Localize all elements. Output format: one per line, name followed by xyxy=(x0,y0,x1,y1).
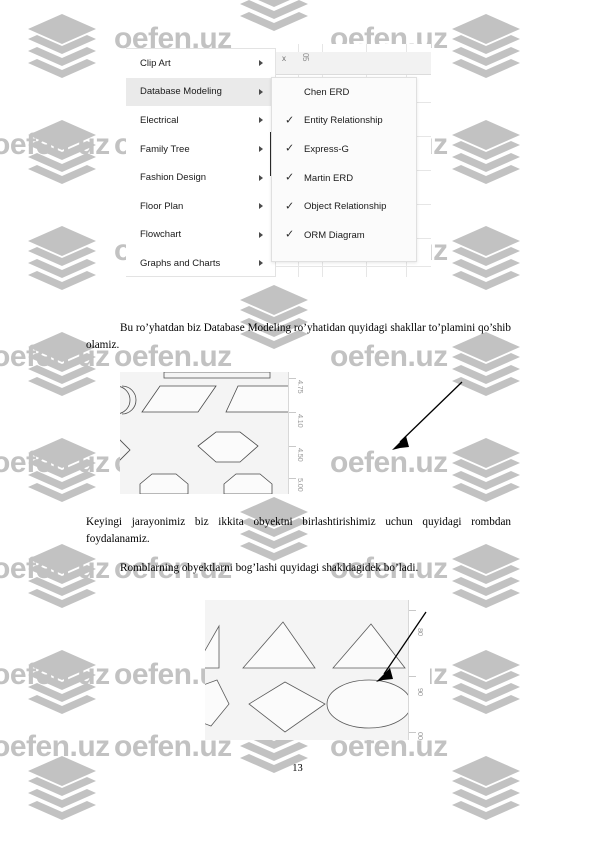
submenu-item-label: Martin ERD xyxy=(304,172,354,184)
submenu-arrow-icon xyxy=(259,117,263,124)
menu-item-family-tree[interactable]: Family Tree xyxy=(126,135,275,164)
romb-shapes-figure: 80 90 00 xyxy=(205,600,430,740)
sheet-header-strip xyxy=(274,52,431,75)
submenu-arrow-icon xyxy=(259,260,263,267)
visio-menu-screenshot: x 05 Clip Art Database Modeling Electric… xyxy=(126,44,431,277)
ruler-label: 90 xyxy=(416,688,425,696)
menu-item-label: Electrical xyxy=(140,114,179,126)
vertical-ruler: 80 90 00 xyxy=(408,600,430,740)
menu-item-database-modeling[interactable]: Database Modeling xyxy=(126,77,275,107)
check-icon: ✓ xyxy=(285,142,295,155)
check-icon: ✓ xyxy=(285,114,295,127)
check-icon: ✓ xyxy=(285,228,295,241)
ruler-tick xyxy=(289,446,296,447)
submenu-item-label: Entity Relationship xyxy=(304,115,383,127)
database-modeling-shapes-figure: 4.75 4.10 4.50 5.00 xyxy=(120,372,310,494)
ruler-tick xyxy=(289,412,296,413)
menu-item-label: Family Tree xyxy=(140,143,190,155)
column-label: 05 xyxy=(301,53,310,61)
menu-item-label: Flowchart xyxy=(140,229,182,241)
menu-item-label: Clip Art xyxy=(140,57,171,69)
shapes-canvas xyxy=(120,372,310,494)
paragraph-3: Romblarning obyektlarni bog’lashi quyida… xyxy=(120,562,419,574)
submenu-item-label: Object Relationship xyxy=(304,201,387,213)
menu-item-electrical[interactable]: Electrical xyxy=(126,106,275,135)
submenu-arrow-icon xyxy=(259,174,263,181)
vertical-ruler: 4.75 4.10 4.50 5.00 xyxy=(288,372,310,494)
grid-line xyxy=(274,266,431,267)
submenu-arrow-icon xyxy=(259,60,263,67)
submenu-arrow-icon xyxy=(259,146,263,153)
submenu-item-entity-relationship[interactable]: ✓ Entity Relationship xyxy=(272,107,416,136)
submenu-arrow-icon xyxy=(259,231,263,238)
submenu-item-express-g[interactable]: ✓ Express-G xyxy=(272,135,416,164)
check-icon: ✓ xyxy=(285,200,295,213)
ruler-label: 4.75 xyxy=(296,380,305,394)
shapes-canvas xyxy=(205,600,430,740)
ruler-label: 00 xyxy=(416,732,425,740)
ruler-tick xyxy=(289,478,296,479)
ruler-label: 4.50 xyxy=(296,448,305,462)
submenu-item-label: ORM Diagram xyxy=(304,229,365,241)
ruler-label: 80 xyxy=(416,628,425,636)
submenu-item-object-relationship[interactable]: ✓ Object Relationship xyxy=(272,192,416,221)
ruler-label: 4.10 xyxy=(296,414,305,428)
menu-item-label: Graphs and Charts xyxy=(140,257,221,269)
close-icon[interactable]: x xyxy=(282,54,286,63)
menu-item-floor-plan[interactable]: Floor Plan xyxy=(126,192,275,221)
annotation-arrow-icon xyxy=(392,381,463,450)
menu-item-label: Database Modeling xyxy=(140,86,222,98)
ruler-tick xyxy=(409,676,416,677)
menu-item-clip-art[interactable]: Clip Art xyxy=(126,49,275,78)
ruler-tick xyxy=(409,732,416,733)
ruler-label: 5.00 xyxy=(296,478,305,492)
shapes-menu-panel: Clip Art Database Modeling Electrical Fa… xyxy=(126,48,276,277)
paragraph-1: Bu ro’yhatdan biz Database Modeling ro’y… xyxy=(86,322,511,352)
menu-item-label: Fashion Design xyxy=(140,172,207,184)
submenu-arrow-icon xyxy=(259,203,263,210)
menu-item-label: Floor Plan xyxy=(140,200,184,212)
submenu-item-label: Express-G xyxy=(304,143,349,155)
submenu-item-martin-erd[interactable]: ✓ Martin ERD xyxy=(272,164,416,193)
ruler-tick xyxy=(289,378,296,379)
submenu-item-orm-diagram[interactable]: ✓ ORM Diagram xyxy=(272,221,416,250)
submenu-item-chen-erd[interactable]: ✓ Chen ERD xyxy=(272,78,416,107)
database-modeling-submenu-panel: ✓ Chen ERD ✓ Entity Relationship ✓ Expre… xyxy=(271,77,417,262)
check-icon: ✓ xyxy=(285,171,295,184)
submenu-item-label: Chen ERD xyxy=(304,86,350,98)
menu-item-graphs-and-charts[interactable]: Graphs and Charts xyxy=(126,249,275,278)
menu-item-flowchart[interactable]: Flowchart xyxy=(126,221,275,250)
page-number: 13 xyxy=(292,763,303,774)
menu-item-fashion-design[interactable]: Fashion Design xyxy=(126,163,275,192)
paragraph-2: Keyingi jarayonimiz biz ikkita obyektni … xyxy=(86,516,511,546)
ruler-tick xyxy=(409,610,416,611)
submenu-arrow-icon xyxy=(259,88,263,95)
